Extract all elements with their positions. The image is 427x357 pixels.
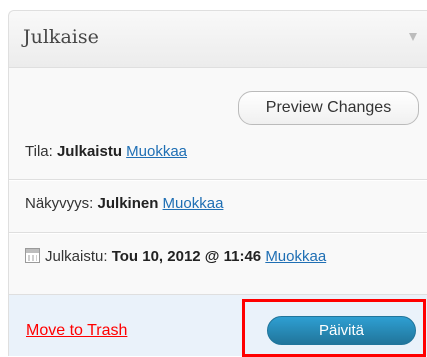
published-label: Julkaistu: — [45, 248, 108, 265]
calendar-icon — [25, 248, 40, 263]
visibility-edit-link[interactable]: Muokkaa — [163, 195, 224, 212]
collapse-arrow-icon[interactable] — [409, 33, 417, 41]
published-edit-link[interactable]: Muokkaa — [265, 248, 326, 265]
publish-box-header[interactable]: Julkaise — [9, 11, 427, 68]
divider — [9, 179, 427, 181]
publish-box: Julkaise Preview Changes Tila: Julkaistu… — [8, 10, 427, 357]
published-value: Tou 10, 2012 @ 11:46 — [111, 248, 262, 265]
publish-box-title: Julkaise — [23, 26, 99, 48]
update-button[interactable]: Päivitä — [267, 316, 416, 345]
publish-actions: Move to Trash Päivitä — [9, 294, 427, 357]
divider — [9, 232, 427, 234]
status-value: Julkaistu — [56, 143, 122, 160]
visibility-value: Julkinen — [97, 195, 159, 212]
status-label: Tila: — [25, 143, 53, 160]
visibility-label: Näkyvyys: — [25, 195, 94, 212]
status-edit-link[interactable]: Muokkaa — [126, 143, 187, 160]
move-to-trash-link[interactable]: Move to Trash — [26, 322, 127, 340]
preview-changes-button[interactable]: Preview Changes — [238, 91, 419, 125]
